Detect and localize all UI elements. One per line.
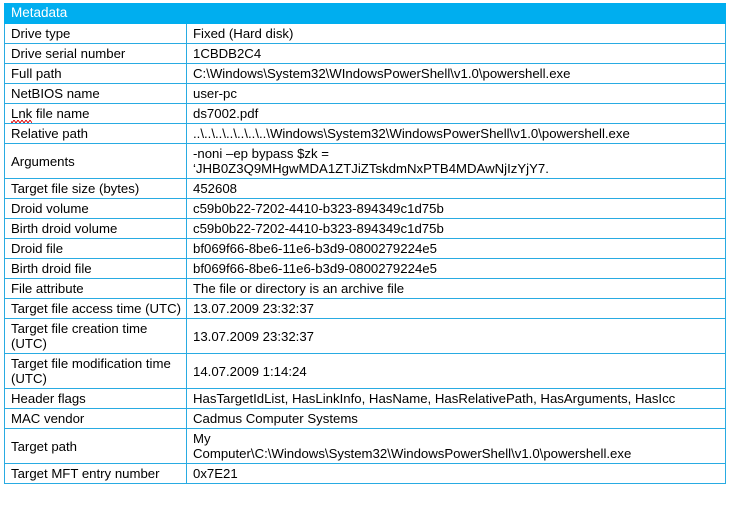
table-header: Metadata	[3, 3, 727, 24]
row-value: bf069f66-8be6-11e6-b3d9-0800279224e5	[185, 258, 727, 279]
row-value: 13.07.2009 23:32:37	[185, 298, 727, 319]
table-row: Arguments -noni –ep bypass $zk = ‘JHB0Z3Q…	[4, 143, 727, 179]
row-value: c59b0b22-7202-4410-b323-894349c1d75b	[185, 198, 727, 219]
row-value: c59b0b22-7202-4410-b323-894349c1d75b	[185, 218, 727, 239]
row-value: bf069f66-8be6-11e6-b3d9-0800279224e5	[185, 238, 727, 259]
row-value: ..\..\..\..\..\..\..\Windows\System32\Wi…	[185, 123, 727, 144]
row-value: 0x7E21	[185, 463, 727, 484]
spellcheck-underline: Lnk	[11, 106, 33, 123]
row-label: Birth droid file	[4, 258, 187, 279]
row-label: Full path	[4, 63, 187, 84]
row-value: 452608	[185, 178, 727, 199]
table-row: Target file creation time (UTC) 13.07.200…	[4, 318, 727, 354]
table-row: Birth droid file bf069f66-8be6-11e6-b3d9-…	[4, 258, 727, 279]
table-row: NetBIOS name user-pc	[4, 83, 727, 104]
row-label: Lnk file name	[4, 103, 187, 124]
row-label: Droid volume	[4, 198, 187, 219]
table-row: Relative path ..\..\..\..\..\..\..\Window…	[4, 123, 727, 144]
table-row: Target MFT entry number 0x7E21	[4, 463, 727, 484]
row-label: Target file size (bytes)	[4, 178, 187, 199]
metadata-table: Metadata Drive type Fixed (Hard disk) Driv…	[3, 3, 727, 484]
metadata-table-container: Metadata Drive type Fixed (Hard disk) Driv…	[3, 3, 727, 484]
row-label: File attribute	[4, 278, 187, 299]
row-label: Birth droid volume	[4, 218, 187, 239]
table-row: Full path C:\Windows\System32\WIndowsPowe…	[4, 63, 727, 84]
row-value: HasTargetIdList, HasLinkInfo, HasName, H…	[185, 388, 727, 409]
table-row: Birth droid volume c59b0b22-7202-4410-b32…	[4, 218, 727, 239]
row-label: Drive type	[4, 23, 187, 44]
row-value: user-pc	[185, 83, 727, 104]
row-value: Fixed (Hard disk)	[185, 23, 727, 44]
row-value: Cadmus Computer Systems	[185, 408, 727, 429]
table-header-row: Metadata	[3, 3, 727, 24]
row-value: 1CBDB2C4	[185, 43, 727, 64]
table-row: Drive type Fixed (Hard disk)	[4, 23, 727, 44]
row-label: Target file access time (UTC)	[4, 298, 187, 319]
table-row: Drive serial number 1CBDB2C4	[4, 43, 727, 64]
table-body: Drive type Fixed (Hard disk) Drive serial …	[4, 23, 727, 484]
row-label: NetBIOS name	[4, 83, 187, 104]
row-label: Arguments	[4, 143, 187, 179]
row-label: Target MFT entry number	[4, 463, 187, 484]
row-label: MAC vendor	[4, 408, 187, 429]
row-value: C:\Windows\System32\WIndowsPowerShell\v1…	[185, 63, 727, 84]
row-label: Relative path	[4, 123, 187, 144]
row-label: Drive serial number	[4, 43, 187, 64]
row-value: My Computer\C:\Windows\System32\WindowsP…	[185, 428, 727, 464]
table-title: Metadata	[3, 3, 727, 24]
table-row: File attribute The file or directory is a…	[4, 278, 727, 299]
row-label: Target file modification time (UTC)	[4, 353, 187, 389]
row-value: The file or directory is an archive file	[185, 278, 727, 299]
row-value: 13.07.2009 23:32:37	[185, 318, 727, 354]
row-value: ds7002.pdf	[185, 103, 727, 124]
table-row: Target file size (bytes) 452608	[4, 178, 727, 199]
row-label: Droid file	[4, 238, 187, 259]
table-row: MAC vendor Cadmus Computer Systems	[4, 408, 727, 429]
table-row: Lnk file name ds7002.pdf	[4, 103, 727, 124]
table-row: Droid volume c59b0b22-7202-4410-b323-8943…	[4, 198, 727, 219]
row-value: 14.07.2009 1:14:24	[185, 353, 727, 389]
row-value: -noni –ep bypass $zk = ‘JHB0Z3Q9MHgwMDA1…	[185, 143, 727, 179]
table-row: Target file modification time (UTC) 14.07…	[4, 353, 727, 389]
row-label: Target path	[4, 428, 187, 464]
table-row: Header flags HasTargetIdList, HasLinkInfo…	[4, 388, 727, 409]
table-row: Droid file bf069f66-8be6-11e6-b3d9-080027…	[4, 238, 727, 259]
row-label: Target file creation time (UTC)	[4, 318, 187, 354]
row-label: Header flags	[4, 388, 187, 409]
table-row: Target file access time (UTC) 13.07.2009 …	[4, 298, 727, 319]
table-row: Target path My Computer\C:\Windows\System…	[4, 428, 727, 464]
